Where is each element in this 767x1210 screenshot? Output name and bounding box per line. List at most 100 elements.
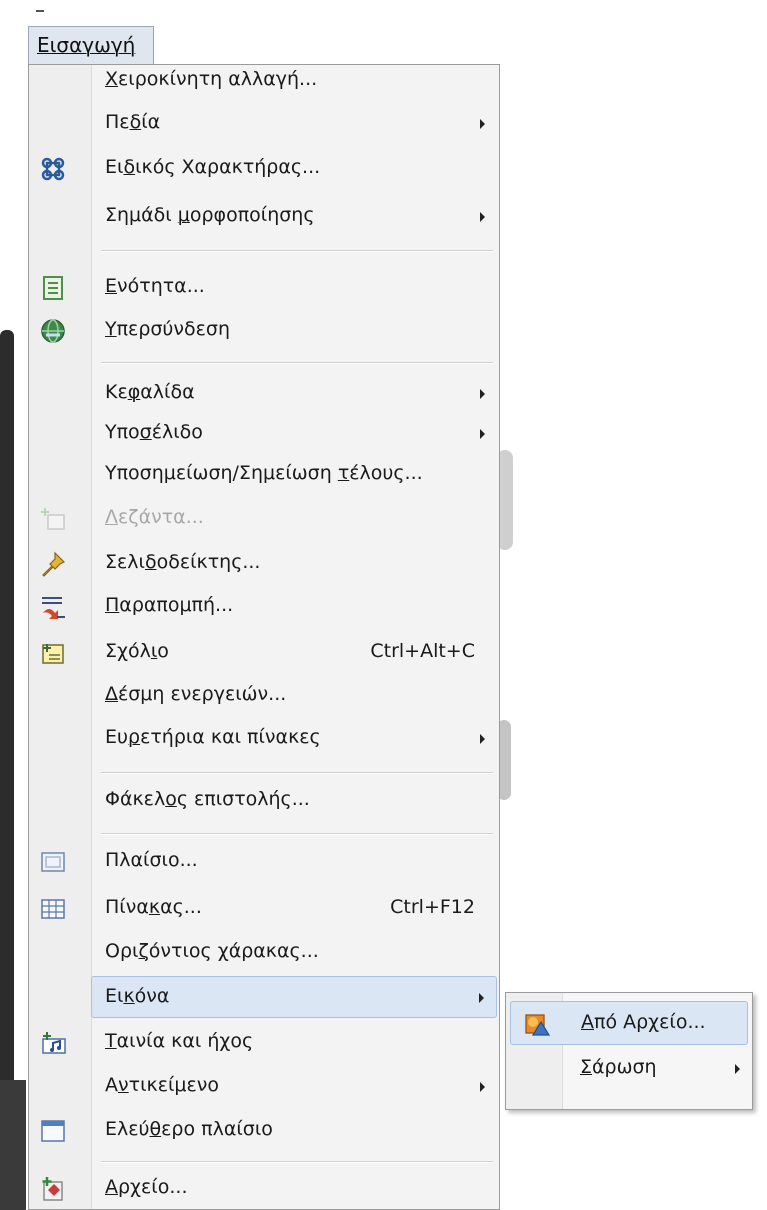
menu-item-label-part: εζάντα... [118, 506, 204, 528]
menu-item-14[interactable]: Δέσμη ενεργειών... [29, 675, 499, 717]
menu-item-label-part: αλίδα [140, 381, 195, 403]
menu-item-8[interactable]: Υποσέλιδο [29, 413, 499, 455]
menu-item-label: Ταινία και ήχος [105, 1030, 253, 1052]
menu-item-label-part: τικείμενο [128, 1074, 219, 1096]
menu-item-label-part: κ [148, 896, 161, 918]
menu-item-label-part: φ [127, 381, 141, 403]
menu-separator [101, 772, 493, 774]
image-submenu: Από Αρχείο... Σάρωση [505, 992, 753, 1110]
menu-item-2[interactable]: Πεδία [29, 103, 499, 145]
cross-reference-icon [39, 593, 67, 621]
menu-item-label-part: Τ [105, 1030, 117, 1052]
menu-item-21[interactable]: Ταινία και ήχος [29, 1022, 499, 1064]
menu-item-label: Ελεύθερο πλαίσιο [105, 1118, 273, 1140]
menu-item-label: Αντικείμενο [105, 1074, 219, 1096]
menu-item-shortcut: Ctrl+F12 [390, 896, 475, 918]
submenu-arrow-icon [480, 734, 485, 744]
menu-item-4[interactable]: Σημάδι μορφοποίησης [29, 196, 499, 238]
submenu-arrow-icon [479, 993, 484, 1003]
menu-separator [101, 833, 493, 835]
menu-item-label-part: Φάκελ [105, 788, 166, 810]
menu-item-6[interactable]: Υπερσύνδεση [29, 310, 499, 352]
menu-item-label-part: μ [177, 204, 190, 226]
menu-item-label-part: Υ [105, 318, 117, 340]
menu-item-label: Σάρωση [580, 1056, 657, 1078]
menu-item-label-part: ν [118, 1074, 129, 1096]
menu-item-label-part: ία [141, 111, 161, 133]
menu-item-10: Λεζάντα... [29, 498, 499, 540]
submenu-item-2[interactable]: Σάρωση [510, 1047, 748, 1091]
menu-item-label: Λεζάντα... [105, 506, 204, 528]
menu-item-label-part: δ [129, 111, 142, 133]
comment-icon [39, 639, 67, 667]
menu-item-label-part: Α [105, 1074, 118, 1096]
bookmark-pin-icon [39, 550, 67, 578]
image-from-file-icon [521, 1009, 551, 1039]
section-icon [39, 274, 67, 302]
menu-item-label-part: νότητα... [117, 275, 205, 297]
caption-icon [39, 505, 67, 533]
menu-item-12[interactable]: Παραπομπή... [29, 586, 499, 628]
submenu-arrow-icon [480, 429, 485, 439]
menu-item-label: Πεδία [105, 111, 160, 133]
menu-item-label-part: Υποσημείωση/Σημείωση [105, 462, 338, 484]
menu-item-label-part: ς επιστολής... [176, 788, 310, 810]
menu-separator [101, 362, 493, 364]
menu-item-16[interactable]: Φάκελος επιστολής... [29, 780, 499, 822]
menu-item-label: Οριζόντιος χάρακας... [105, 940, 319, 962]
menu-item-9[interactable]: Υποσημείωση/Σημείωση τέλους... [29, 454, 499, 496]
menu-item-label-part: Σελι [105, 551, 145, 573]
menubar-insert[interactable]: Εισαγωγή [28, 26, 154, 64]
menu-item-label-part: αραπομπή... [119, 594, 234, 616]
menu-item-label-part: κ [123, 985, 135, 1007]
menu-item-15[interactable]: Ευρετήρια και πίνακες [29, 718, 499, 760]
menu-item-17[interactable]: Πλαίσιο... [29, 841, 499, 883]
submenu-item-1[interactable]: Από Αρχείο... [510, 1001, 748, 1045]
menu-item-label-part: Ει [105, 156, 124, 178]
menu-item-5[interactable]: Ενότητα... [29, 267, 499, 309]
menu-item-label-part: Κε [105, 381, 128, 403]
special-character-icon [39, 155, 67, 183]
menu-item-24[interactable]: Αρχείο... [29, 1168, 499, 1210]
menu-item-label: Παραπομπή... [105, 594, 233, 616]
menu-item-label-part: έλους... [349, 462, 423, 484]
menu-item-19[interactable]: Οριζόντιος χάρακας... [29, 932, 499, 974]
menu-item-label-part: δ [144, 551, 157, 573]
menu-item-1[interactable]: Χειροκίνητη αλλαγή... [29, 60, 499, 102]
menu-item-label: Σημάδι μορφοποίησης [105, 204, 314, 226]
frame-icon [39, 848, 67, 876]
menu-item-18[interactable]: Πίνακας... Ctrl+F12 [29, 888, 499, 930]
menu-item-label-part: Ει [105, 985, 124, 1007]
menu-item-20[interactable]: Εικόνα [91, 976, 497, 1018]
menu-item-label-part: ρχείο... [118, 1176, 188, 1198]
menu-item-label-part: ορφοποίησης [189, 204, 315, 226]
menu-item-23[interactable]: Ελεύθερο πλαίσιο [29, 1110, 499, 1152]
menu-item-label-part: αινία και ήχος [116, 1030, 254, 1052]
menu-item-label-part: τ [337, 462, 350, 484]
menu-item-22[interactable]: Αντικείμενο [29, 1066, 499, 1108]
menu-item-label-part: Υπο [105, 421, 140, 443]
table-icon [39, 895, 67, 923]
movie-sound-icon [39, 1029, 67, 1057]
menu-item-label: Ενότητα... [105, 275, 205, 297]
menu-item-label: Αρχείο... [105, 1176, 187, 1198]
menu-item-label-part: Πλαίσιο... [105, 849, 198, 871]
menu-item-label-part: όντιος χάρακας... [148, 940, 319, 962]
menu-item-7[interactable]: Κεφαλίδα [29, 373, 499, 415]
menu-item-label-part: Σημάδι [105, 204, 178, 226]
menu-item-3[interactable]: Ειδικός Χαρακτήρας... [29, 148, 499, 190]
menu-item-label-part: ζ [138, 940, 149, 962]
menu-item-label-part: Ε [105, 275, 118, 297]
menu-item-11[interactable]: Σελιδοδείκτης... [29, 543, 499, 585]
menubar-insert-label: Εισαγωγή [37, 33, 136, 57]
menu-item-label-part: ρ [128, 726, 141, 748]
submenu-arrow-icon [480, 119, 485, 129]
menu-item-13[interactable]: Σχόλιο Ctrl+Alt+C [29, 632, 499, 674]
submenu-arrow-icon [480, 389, 485, 399]
menu-item-label-part: Λ [105, 506, 118, 528]
menu-item-label-part: περσύνδεση [116, 318, 231, 340]
menu-item-label-part: Χ [105, 68, 119, 90]
menu-item-label-part: Δ [105, 683, 118, 705]
background-edge [0, 330, 14, 1200]
menu-item-label-part: Σχόλ [105, 640, 151, 662]
